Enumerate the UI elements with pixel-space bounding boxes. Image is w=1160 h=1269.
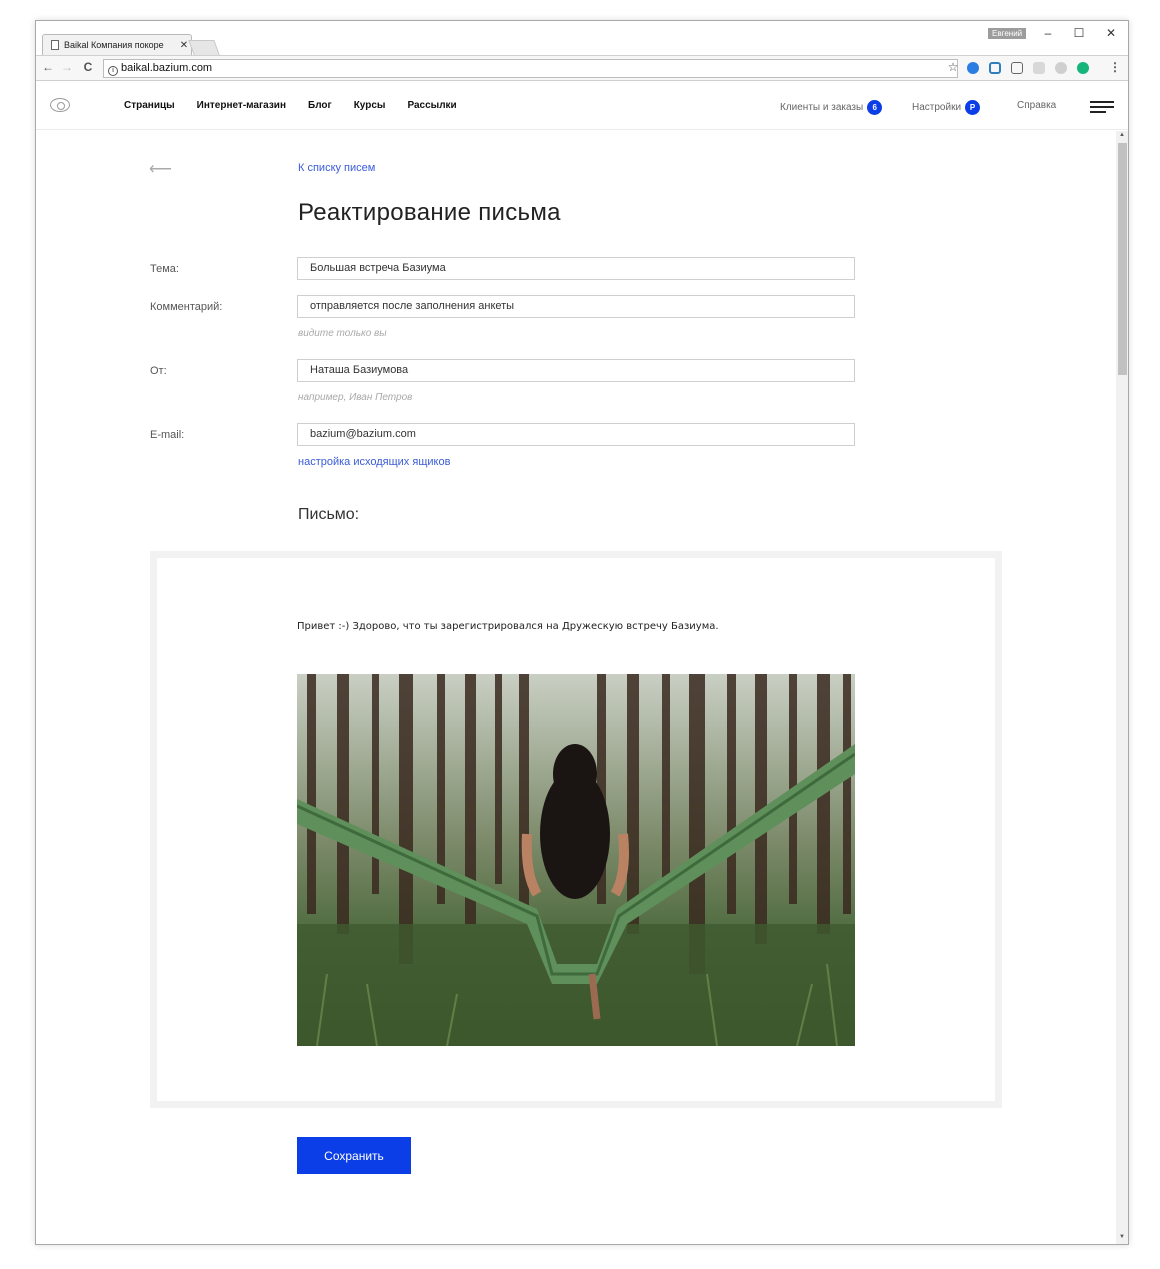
back-to-list-link[interactable]: К списку писем [298, 162, 375, 174]
main-content: ⟵ К списку писем Реактирование письма Те… [36, 131, 1116, 1244]
page-title: Реактирование письма [298, 199, 561, 226]
nav-item-courses[interactable]: Курсы [354, 100, 386, 111]
subject-input[interactable]: Большая встреча Базиума [297, 257, 855, 280]
browser-toolbar: ← → C i baikal.bazium.com ☆ ⋮ [36, 55, 1128, 81]
letter-body-text[interactable]: Привет :-) Здорово, что ты зарегистриров… [297, 621, 719, 632]
close-window-button[interactable]: ✕ [1097, 24, 1125, 42]
letter-section-title: Письмо: [298, 506, 360, 523]
forward-icon[interactable]: → [60, 60, 74, 74]
info-icon[interactable]: i [108, 66, 118, 76]
nav-item-pages[interactable]: Страницы [124, 100, 175, 111]
from-hint: например, Иван Петров [298, 392, 413, 403]
browser-menu-icon[interactable]: ⋮ [1108, 60, 1122, 74]
subject-label: Тема: [150, 263, 179, 275]
eye-icon[interactable] [50, 98, 70, 112]
comment-input[interactable]: отправляется после заполнения анкеты [297, 295, 855, 318]
help-label: Справка [1017, 100, 1057, 111]
extension-leaf-icon[interactable] [1055, 62, 1067, 74]
maximize-button[interactable]: ☐ [1065, 24, 1093, 42]
clients-label: Клиенты и заказы [780, 102, 864, 113]
extension-globe-icon[interactable] [967, 62, 979, 74]
back-icon[interactable]: ← [41, 60, 55, 74]
profile-badge[interactable]: Евгений [988, 28, 1027, 39]
extension-dropbox-icon[interactable] [1033, 62, 1045, 74]
nav-item-mailings[interactable]: Рассылки [407, 100, 456, 111]
help-link[interactable]: Справка [1017, 100, 1056, 111]
nav-item-shop[interactable]: Интернет-магазин [197, 100, 286, 111]
extension-capture-icon[interactable] [1011, 62, 1023, 74]
nav-item-blog[interactable]: Блог [308, 100, 332, 111]
save-button[interactable]: Сохранить [297, 1137, 411, 1174]
scroll-down-icon[interactable]: ▼ [1119, 1234, 1125, 1240]
address-bar[interactable]: i baikal.bazium.com [103, 59, 958, 78]
hammock-forest-image [297, 674, 855, 1046]
hamburger-icon[interactable] [1090, 101, 1114, 113]
from-label: От: [150, 365, 167, 377]
email-label: E-mail: [150, 429, 185, 441]
url-text: baikal.bazium.com [121, 62, 213, 74]
reload-icon[interactable]: C [81, 60, 95, 74]
email-input[interactable]: bazium@bazium.com [297, 423, 855, 446]
vertical-scrollbar[interactable]: ▲ ▼ [1116, 131, 1128, 1244]
letter-photo[interactable] [297, 674, 855, 1046]
page-icon [51, 40, 59, 50]
bookmark-star-icon[interactable]: ☆ [946, 60, 960, 74]
scroll-thumb[interactable] [1118, 143, 1127, 375]
settings-label: Настройки [912, 102, 962, 113]
back-arrow-icon[interactable]: ⟵ [149, 159, 172, 179]
comment-label: Комментарий: [150, 301, 223, 313]
extension-green-icon[interactable] [1077, 62, 1089, 74]
comment-hint: видите только вы [298, 328, 387, 339]
clients-link[interactable]: Клиенты и заказы 6 [780, 100, 883, 115]
mailbox-settings-link[interactable]: настройка исходящих ящиков [298, 456, 450, 468]
minimize-button[interactable]: – [1034, 24, 1062, 42]
clients-count-badge: 6 [867, 100, 883, 115]
letter-editor[interactable]: Привет :-) Здорово, что ты зарегистриров… [150, 551, 1002, 1108]
browser-window: Baikal Компания покоре ✕ Евгений – ☐ ✕ ←… [35, 20, 1129, 1245]
settings-badge: P [965, 100, 981, 115]
settings-link[interactable]: Настройки P [912, 100, 981, 115]
from-input[interactable]: Наташа Базиумова [297, 359, 855, 382]
title-bar: Baikal Компания покоре ✕ Евгений – ☐ ✕ [36, 21, 1128, 55]
tab-title: Baikal Компания покоре [64, 40, 164, 50]
main-nav: Страницы Интернет-магазин Блог Курсы Рас… [124, 100, 457, 111]
scroll-up-icon[interactable]: ▲ [1119, 132, 1125, 138]
browser-tab[interactable]: Baikal Компания покоре ✕ [42, 34, 192, 55]
app-header: Страницы Интернет-магазин Блог Курсы Рас… [36, 82, 1128, 130]
extension-screen-icon[interactable] [989, 62, 1001, 74]
new-tab-button[interactable] [188, 40, 220, 55]
